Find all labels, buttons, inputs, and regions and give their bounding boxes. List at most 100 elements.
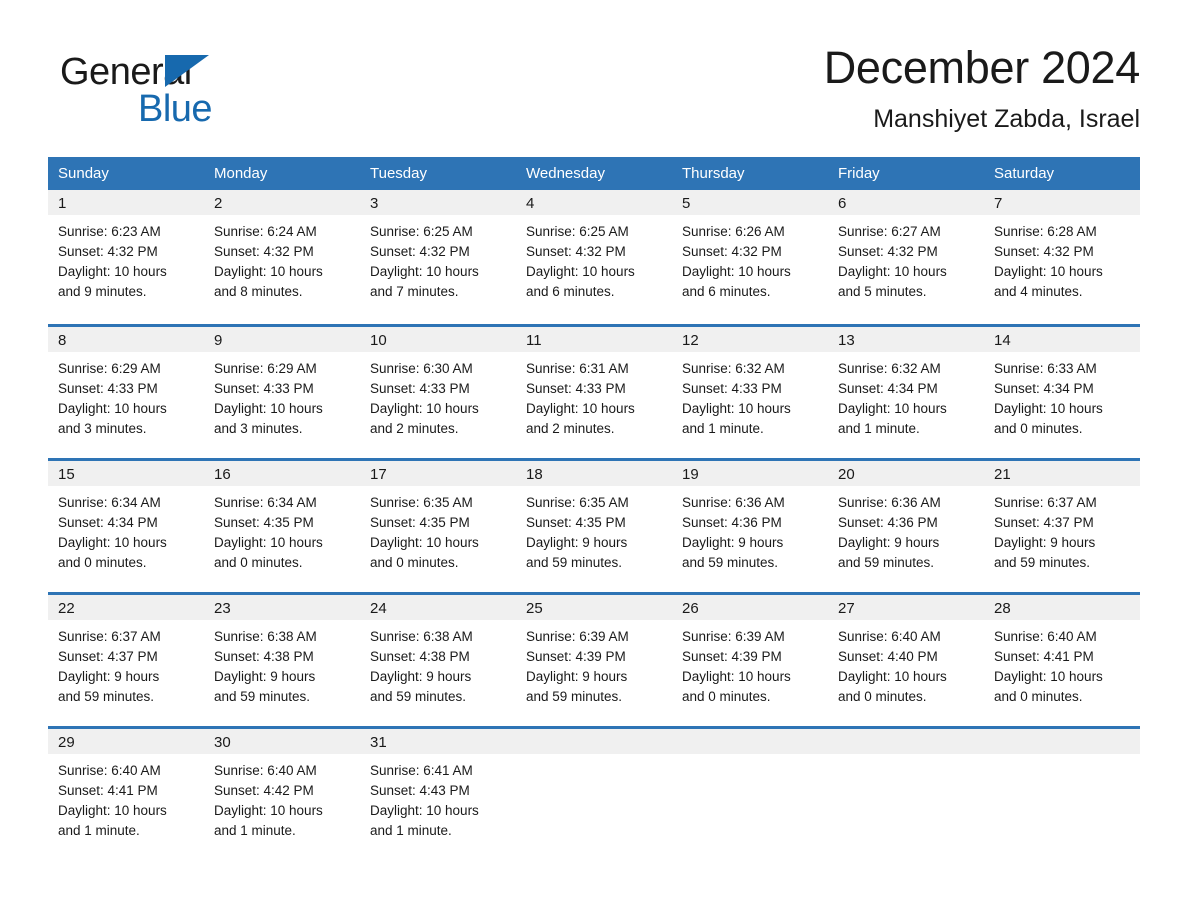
daylight-text-line2: and 1 minute. bbox=[838, 421, 920, 436]
day-number: 22 bbox=[48, 595, 204, 620]
calendar-day[interactable]: 15 Sunrise: 6:34 AM Sunset: 4:34 PM Dayligh… bbox=[48, 458, 204, 592]
sunset-text: Sunset: 4:35 PM bbox=[214, 515, 314, 530]
calendar-day[interactable]: 7 Sunrise: 6:28 AM Sunset: 4:32 PM Daylight… bbox=[984, 190, 1140, 324]
daylight-text-line2: and 0 minutes. bbox=[370, 555, 459, 570]
weekday-header-thursday: Thursday bbox=[672, 157, 828, 190]
calendar-day[interactable]: 29 Sunrise: 6:40 AM Sunset: 4:41 PM Dayligh… bbox=[48, 726, 204, 860]
calendar-day[interactable]: 11 Sunrise: 6:31 AM Sunset: 4:33 PM Dayligh… bbox=[516, 324, 672, 458]
calendar-cell bbox=[672, 726, 828, 860]
sunset-text: Sunset: 4:33 PM bbox=[526, 381, 626, 396]
daylight-text-line2: and 0 minutes. bbox=[838, 689, 927, 704]
calendar-cell: 13 Sunrise: 6:32 AM Sunset: 4:34 PM Dayligh… bbox=[828, 324, 984, 458]
calendar-cell: 26 Sunrise: 6:39 AM Sunset: 4:39 PM Dayligh… bbox=[672, 592, 828, 726]
daylight-text-line1: Daylight: 9 hours bbox=[994, 535, 1096, 550]
calendar-day[interactable]: 25 Sunrise: 6:39 AM Sunset: 4:39 PM Dayligh… bbox=[516, 592, 672, 726]
weekday-header-sunday: Sunday bbox=[48, 157, 204, 190]
sunrise-text: Sunrise: 6:33 AM bbox=[994, 361, 1097, 376]
daylight-text-line1: Daylight: 10 hours bbox=[682, 669, 791, 684]
calendar-day[interactable]: 12 Sunrise: 6:32 AM Sunset: 4:33 PM Dayligh… bbox=[672, 324, 828, 458]
general-blue-logo[interactable]: General Blue bbox=[60, 50, 340, 140]
calendar-day[interactable]: 14 Sunrise: 6:33 AM Sunset: 4:34 PM Dayligh… bbox=[984, 324, 1140, 458]
sunset-text: Sunset: 4:32 PM bbox=[994, 244, 1094, 259]
calendar-day[interactable]: 21 Sunrise: 6:37 AM Sunset: 4:37 PM Dayligh… bbox=[984, 458, 1140, 592]
calendar-day[interactable]: 3 Sunrise: 6:25 AM Sunset: 4:32 PM Daylight… bbox=[360, 190, 516, 324]
day-number bbox=[984, 729, 1140, 754]
calendar-day[interactable]: 17 Sunrise: 6:35 AM Sunset: 4:35 PM Dayligh… bbox=[360, 458, 516, 592]
sunrise-text: Sunrise: 6:36 AM bbox=[838, 495, 941, 510]
sunset-text: Sunset: 4:40 PM bbox=[838, 649, 938, 664]
day-details: Sunrise: 6:40 AM Sunset: 4:41 PM Daylight:… bbox=[984, 620, 1140, 707]
day-details: Sunrise: 6:27 AM Sunset: 4:32 PM Daylight:… bbox=[828, 215, 984, 302]
calendar-day[interactable]: 4 Sunrise: 6:25 AM Sunset: 4:32 PM Daylight… bbox=[516, 190, 672, 324]
calendar-day[interactable]: 27 Sunrise: 6:40 AM Sunset: 4:40 PM Dayligh… bbox=[828, 592, 984, 726]
daylight-text-line1: Daylight: 10 hours bbox=[682, 401, 791, 416]
sunrise-text: Sunrise: 6:35 AM bbox=[370, 495, 473, 510]
sunset-text: Sunset: 4:32 PM bbox=[214, 244, 314, 259]
day-number: 18 bbox=[516, 461, 672, 486]
sunset-text: Sunset: 4:35 PM bbox=[370, 515, 470, 530]
calendar-day[interactable]: 22 Sunrise: 6:37 AM Sunset: 4:37 PM Dayligh… bbox=[48, 592, 204, 726]
calendar-day[interactable]: 8 Sunrise: 6:29 AM Sunset: 4:33 PM Daylight… bbox=[48, 324, 204, 458]
day-details: Sunrise: 6:25 AM Sunset: 4:32 PM Daylight:… bbox=[360, 215, 516, 302]
sunset-text: Sunset: 4:32 PM bbox=[526, 244, 626, 259]
calendar-day[interactable]: 19 Sunrise: 6:36 AM Sunset: 4:36 PM Dayligh… bbox=[672, 458, 828, 592]
calendar-day[interactable]: 20 Sunrise: 6:36 AM Sunset: 4:36 PM Dayligh… bbox=[828, 458, 984, 592]
day-number bbox=[828, 729, 984, 754]
daylight-text-line1: Daylight: 10 hours bbox=[370, 803, 479, 818]
calendar-day[interactable]: 30 Sunrise: 6:40 AM Sunset: 4:42 PM Dayligh… bbox=[204, 726, 360, 860]
logo-text-blue: Blue bbox=[138, 88, 213, 130]
daylight-text-line1: Daylight: 10 hours bbox=[214, 803, 323, 818]
day-details: Sunrise: 6:29 AM Sunset: 4:33 PM Daylight:… bbox=[48, 352, 204, 439]
sunrise-text: Sunrise: 6:41 AM bbox=[370, 763, 473, 778]
daylight-text-line2: and 59 minutes. bbox=[994, 555, 1091, 570]
sunset-text: Sunset: 4:39 PM bbox=[682, 649, 782, 664]
daylight-text-line2: and 0 minutes. bbox=[682, 689, 771, 704]
day-details: Sunrise: 6:34 AM Sunset: 4:35 PM Daylight:… bbox=[204, 486, 360, 573]
calendar-day[interactable]: 2 Sunrise: 6:24 AM Sunset: 4:32 PM Daylight… bbox=[204, 190, 360, 324]
daylight-text-line1: Daylight: 10 hours bbox=[526, 401, 635, 416]
sunset-text: Sunset: 4:37 PM bbox=[994, 515, 1094, 530]
calendar-cell: 23 Sunrise: 6:38 AM Sunset: 4:38 PM Dayligh… bbox=[204, 592, 360, 726]
calendar-cell: 31 Sunrise: 6:41 AM Sunset: 4:43 PM Dayligh… bbox=[360, 726, 516, 860]
calendar-day[interactable]: 28 Sunrise: 6:40 AM Sunset: 4:41 PM Dayligh… bbox=[984, 592, 1140, 726]
calendar-day[interactable]: 1 Sunrise: 6:23 AM Sunset: 4:32 PM Daylight… bbox=[48, 190, 204, 324]
calendar-day[interactable]: 6 Sunrise: 6:27 AM Sunset: 4:32 PM Daylight… bbox=[828, 190, 984, 324]
calendar-day[interactable]: 10 Sunrise: 6:30 AM Sunset: 4:33 PM Dayligh… bbox=[360, 324, 516, 458]
calendar-day[interactable]: 5 Sunrise: 6:26 AM Sunset: 4:32 PM Daylight… bbox=[672, 190, 828, 324]
calendar-day[interactable]: 24 Sunrise: 6:38 AM Sunset: 4:38 PM Dayligh… bbox=[360, 592, 516, 726]
calendar-cell: 25 Sunrise: 6:39 AM Sunset: 4:39 PM Dayligh… bbox=[516, 592, 672, 726]
calendar-day[interactable]: 26 Sunrise: 6:39 AM Sunset: 4:39 PM Dayligh… bbox=[672, 592, 828, 726]
weekday-header-monday: Monday bbox=[204, 157, 360, 190]
sunrise-text: Sunrise: 6:40 AM bbox=[214, 763, 317, 778]
sunrise-text: Sunrise: 6:30 AM bbox=[370, 361, 473, 376]
sunrise-text: Sunrise: 6:32 AM bbox=[838, 361, 941, 376]
daylight-text-line2: and 2 minutes. bbox=[370, 421, 459, 436]
calendar-day[interactable]: 13 Sunrise: 6:32 AM Sunset: 4:34 PM Dayligh… bbox=[828, 324, 984, 458]
calendar-day[interactable]: 18 Sunrise: 6:35 AM Sunset: 4:35 PM Dayligh… bbox=[516, 458, 672, 592]
weekday-header-tuesday: Tuesday bbox=[360, 157, 516, 190]
calendar-day-empty bbox=[984, 726, 1140, 860]
calendar-day[interactable]: 9 Sunrise: 6:29 AM Sunset: 4:33 PM Daylight… bbox=[204, 324, 360, 458]
calendar-day[interactable]: 31 Sunrise: 6:41 AM Sunset: 4:43 PM Dayligh… bbox=[360, 726, 516, 860]
day-number: 7 bbox=[984, 190, 1140, 215]
day-number: 29 bbox=[48, 729, 204, 754]
daylight-text-line2: and 2 minutes. bbox=[526, 421, 615, 436]
calendar-day[interactable]: 16 Sunrise: 6:34 AM Sunset: 4:35 PM Dayligh… bbox=[204, 458, 360, 592]
day-number bbox=[672, 729, 828, 754]
day-number: 4 bbox=[516, 190, 672, 215]
calendar-cell: 24 Sunrise: 6:38 AM Sunset: 4:38 PM Dayligh… bbox=[360, 592, 516, 726]
daylight-text-line1: Daylight: 10 hours bbox=[58, 264, 167, 279]
calendar-cell: 30 Sunrise: 6:40 AM Sunset: 4:42 PM Dayligh… bbox=[204, 726, 360, 860]
day-number: 5 bbox=[672, 190, 828, 215]
day-number: 6 bbox=[828, 190, 984, 215]
calendar-cell: 18 Sunrise: 6:35 AM Sunset: 4:35 PM Dayligh… bbox=[516, 458, 672, 592]
calendar-day[interactable]: 23 Sunrise: 6:38 AM Sunset: 4:38 PM Dayligh… bbox=[204, 592, 360, 726]
daylight-text-line2: and 59 minutes. bbox=[682, 555, 779, 570]
sunset-text: Sunset: 4:32 PM bbox=[682, 244, 782, 259]
sunset-text: Sunset: 4:37 PM bbox=[58, 649, 158, 664]
day-details: Sunrise: 6:37 AM Sunset: 4:37 PM Daylight:… bbox=[48, 620, 204, 707]
calendar-cell bbox=[984, 726, 1140, 860]
daylight-text-line2: and 0 minutes. bbox=[214, 555, 303, 570]
day-number: 24 bbox=[360, 595, 516, 620]
daylight-text-line2: and 1 minute. bbox=[214, 823, 296, 838]
